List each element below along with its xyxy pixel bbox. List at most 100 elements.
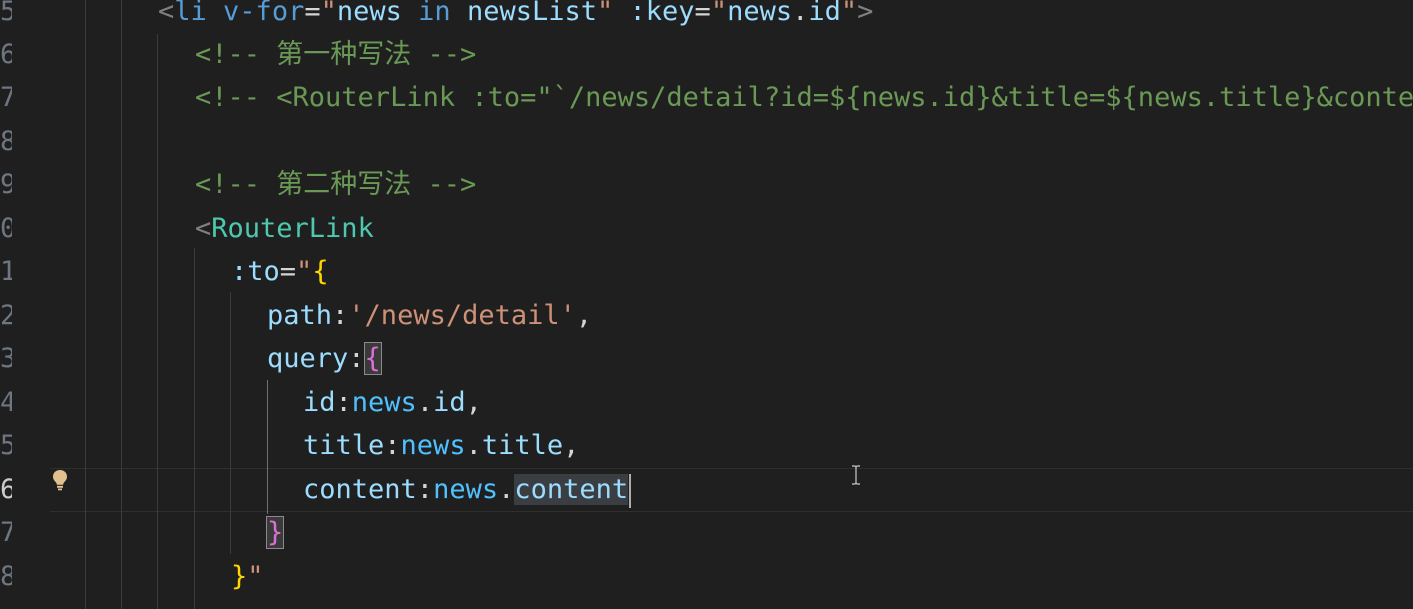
- code-text: <!-- 第二种写法 -->: [195, 163, 476, 207]
- code-token: query: [267, 343, 349, 374]
- code-token: ": [840, 0, 858, 27]
- code-token: news: [400, 430, 466, 461]
- code-line[interactable]: <li v-for="news in newsList" :key="news.…: [50, 0, 1413, 34]
- code-text: }: [265, 511, 285, 555]
- code-token: content: [514, 474, 629, 505]
- code-token: ": [596, 0, 614, 27]
- line-number: 5: [0, 0, 12, 27]
- code-text: title:news.title,: [303, 424, 579, 468]
- code-token: id: [303, 387, 336, 418]
- code-token: :: [332, 300, 349, 331]
- code-line[interactable]: <!-- 第一种写法 -->: [50, 33, 1413, 77]
- code-token: id: [808, 0, 841, 27]
- line-number: 8: [0, 561, 12, 592]
- text-cursor-icon: [852, 465, 860, 485]
- code-token: ,: [563, 430, 580, 461]
- code-token: =: [304, 0, 321, 27]
- code-line[interactable]: <!-- <RouterLink :to="`/news/detail?id=$…: [50, 76, 1413, 120]
- line-number: 0: [0, 213, 12, 244]
- code-text: <RouterLink: [195, 207, 374, 251]
- code-token: path: [267, 300, 333, 331]
- code-token: newsList: [466, 0, 597, 27]
- code-token: :: [348, 343, 365, 374]
- code-line[interactable]: <!-- 第二种写法 -->: [50, 163, 1413, 207]
- code-token: .: [416, 387, 434, 418]
- line-number: 7: [0, 517, 12, 548]
- code-token: id: [433, 387, 466, 418]
- code-token: title: [481, 430, 564, 461]
- code-token: <: [158, 0, 175, 27]
- code-token: news: [727, 0, 793, 27]
- code-token: news: [433, 474, 499, 505]
- code-line[interactable]: path:'/news/detail',: [50, 294, 1413, 338]
- code-token: =: [279, 256, 297, 287]
- code-editor[interactable]: 56789012345678 <li v-for="news in newsLi…: [0, 0, 1413, 609]
- code-text: path:'/news/detail',: [267, 294, 592, 338]
- lightbulb-icon[interactable]: [52, 469, 68, 491]
- code-token: ": [320, 0, 337, 27]
- line-number: 3: [0, 343, 12, 374]
- code-token: content: [303, 474, 417, 505]
- code-text: <li v-for="news in newsList" :key="news.…: [158, 0, 873, 34]
- code-token: ": [247, 561, 264, 592]
- text-caret: [629, 473, 632, 508]
- code-line[interactable]: <RouterLink: [50, 207, 1413, 251]
- code-token: <!-- 第一种写法 -->: [195, 39, 477, 70]
- code-token: .: [465, 430, 482, 461]
- line-number: 2: [0, 300, 12, 331]
- code-line[interactable]: [50, 120, 1413, 164]
- code-token: news: [336, 0, 402, 27]
- code-token: RouterLink: [211, 213, 374, 244]
- code-token: <!-- 第二种写法 -->: [195, 169, 477, 200]
- code-line[interactable]: :to="{: [50, 250, 1413, 294]
- code-area[interactable]: <li v-for="news in newsList" :key="news.…: [50, 0, 1413, 609]
- code-token: ": [710, 0, 728, 27]
- code-token: news: [351, 387, 417, 418]
- line-number: 1: [0, 256, 12, 287]
- code-token: }: [265, 516, 285, 549]
- code-token: :: [335, 387, 352, 418]
- line-number: 9: [0, 169, 12, 200]
- line-number: 7: [0, 82, 12, 113]
- line-number-gutter: 5 6 7 8 9 0 1 2 3 4 5 6 7 8: [0, 0, 50, 609]
- code-token: =: [694, 0, 711, 27]
- code-token: {: [363, 342, 382, 375]
- code-token: :to: [231, 256, 280, 287]
- line-number: 5: [0, 430, 12, 461]
- code-token: ": [296, 256, 313, 287]
- code-token: v-for: [223, 0, 305, 27]
- code-token: ,: [575, 300, 593, 331]
- line-number: 4: [0, 387, 12, 418]
- code-line[interactable]: title:news.title,: [50, 424, 1413, 468]
- code-text: <!-- 第一种写法 -->: [195, 33, 476, 77]
- code-token: li: [174, 0, 207, 27]
- code-line[interactable]: content:news.content: [50, 468, 1413, 512]
- code-token: title: [303, 430, 385, 461]
- line-number: 8: [0, 126, 12, 157]
- code-token: in: [418, 0, 451, 27]
- code-token: :: [416, 474, 434, 505]
- code-token: <: [195, 213, 212, 244]
- code-line[interactable]: id:news.id,: [50, 381, 1413, 425]
- code-token: <!-- <RouterLink :to="`/news/detail?id=$…: [195, 82, 1413, 113]
- code-line[interactable]: }": [50, 555, 1413, 599]
- code-token: {: [312, 256, 329, 287]
- code-text: :to="{: [231, 250, 329, 294]
- code-token: '/news/detail': [348, 300, 576, 331]
- code-text: content:news.content: [303, 468, 632, 512]
- code-token: }: [231, 561, 248, 592]
- code-text: query:{: [267, 337, 382, 381]
- code-line[interactable]: }: [50, 511, 1413, 555]
- code-line[interactable]: query:{: [50, 337, 1413, 381]
- code-token: .: [498, 474, 515, 505]
- line-number: 6: [0, 39, 12, 70]
- code-token: .: [792, 0, 809, 27]
- code-text: }": [231, 555, 264, 599]
- code-token: :: [384, 430, 401, 461]
- code-text: <!-- <RouterLink :to="`/news/detail?id=$…: [195, 76, 1413, 120]
- code-token: :key: [629, 0, 695, 27]
